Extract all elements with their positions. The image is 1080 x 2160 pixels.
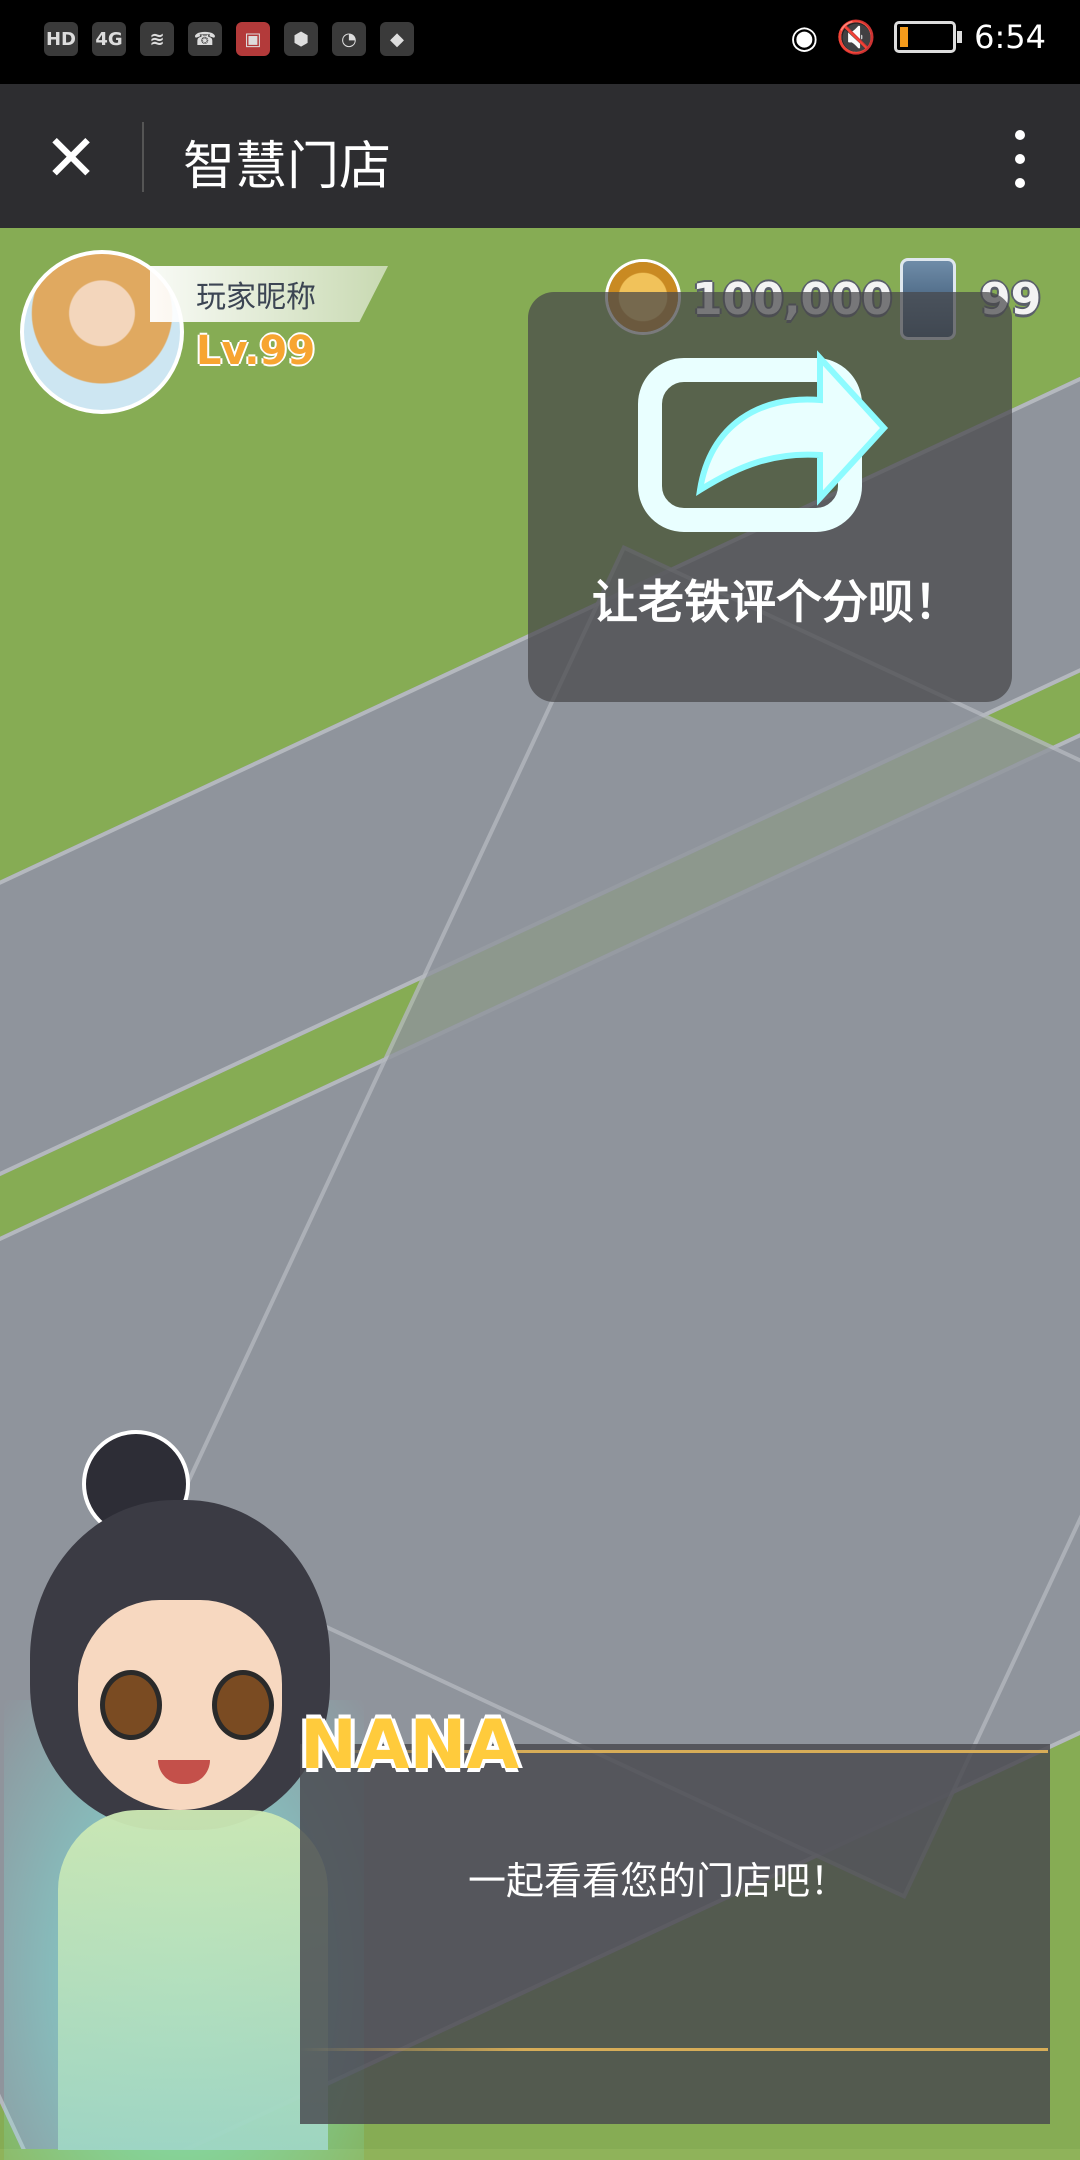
missed-call-icon: ☎ <box>188 22 222 56</box>
speaker-name: NANA <box>300 1706 520 1785</box>
mute-icon: 🔇 <box>836 18 877 56</box>
status-right: ◉ 🔇 6:54 <box>790 18 1046 56</box>
page-title: 智慧门店 <box>183 137 392 197</box>
close-button[interactable]: ✕ <box>36 122 106 196</box>
dialog-bottom-line <box>300 2048 1048 2051</box>
status-bar: HD 4G ≋ ☎ ▣ ⬢ ◔ ◆ ◉ 🔇 6:54 <box>0 0 1080 84</box>
share-icon[interactable] <box>630 330 890 540</box>
divider <box>142 122 144 192</box>
more-dot <box>1015 178 1025 188</box>
time: 6:54 <box>974 18 1046 56</box>
eye-icon: ◉ <box>790 18 819 56</box>
app-icon: ◔ <box>332 22 366 56</box>
more-dot <box>1015 154 1025 164</box>
player-name: 玩家昵称 <box>196 280 316 315</box>
signal-icon: 4G <box>92 22 126 56</box>
dialog-text: 一起看看您的门店吧！ <box>468 1859 849 1903</box>
app-icon: ◆ <box>380 22 414 56</box>
close-icon: ✕ <box>44 122 98 196</box>
nana-left-eye <box>100 1670 162 1740</box>
player-level: Lv.99 <box>196 328 316 374</box>
status-left-icons: HD 4G ≋ ☎ ▣ ⬢ ◔ ◆ <box>44 22 414 56</box>
app-bar: ✕ 智慧门店 <box>0 84 1080 228</box>
share-text: 让老铁评个分呗！ <box>592 575 960 629</box>
app-icon: ⬢ <box>284 22 318 56</box>
hd-icon: HD <box>44 22 78 56</box>
nana-right-eye <box>212 1670 274 1740</box>
nana-body <box>58 1810 328 2150</box>
battery-icon <box>894 21 963 53</box>
more-dot <box>1015 130 1025 140</box>
wifi-icon: ≋ <box>140 22 174 56</box>
more-button[interactable] <box>1000 124 1040 194</box>
dialog-box[interactable] <box>300 1744 1050 2124</box>
app-icon: ▣ <box>236 22 270 56</box>
